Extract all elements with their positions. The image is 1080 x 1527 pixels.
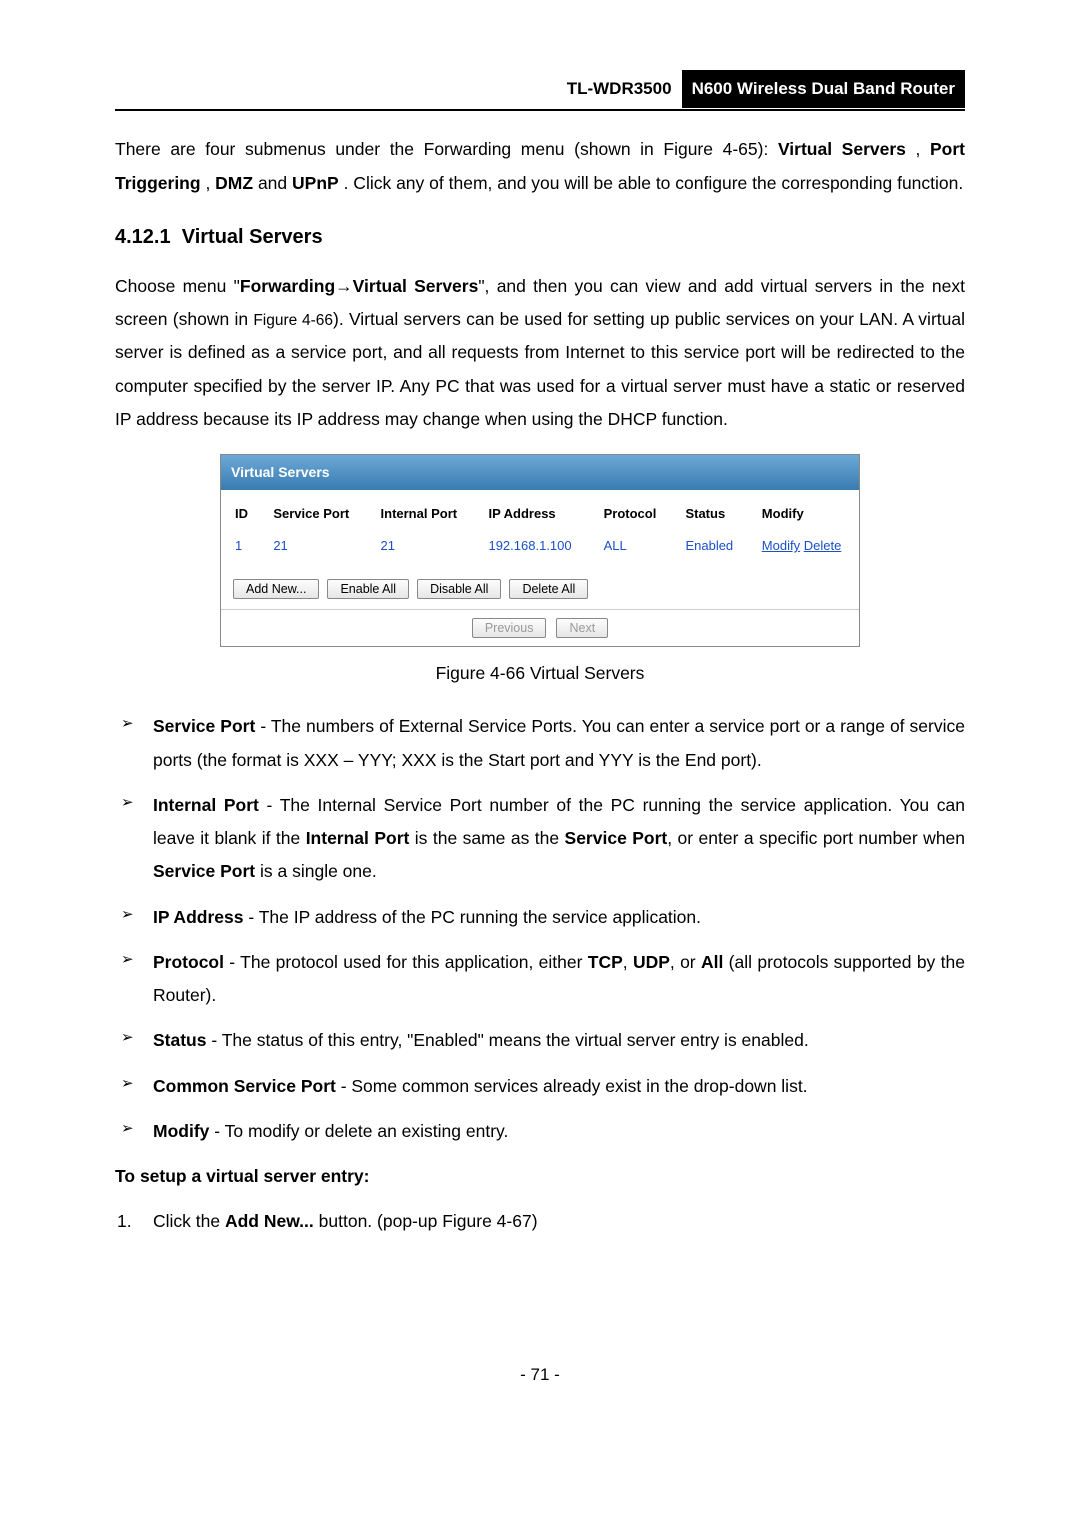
cell-ip-address: 192.168.1.100 xyxy=(474,530,589,563)
intro-pre: There are four submenus under the Forwar… xyxy=(115,139,778,159)
disable-all-button[interactable]: Disable All xyxy=(417,579,501,599)
cell-protocol: ALL xyxy=(590,530,672,563)
th-internal-port: Internal Port xyxy=(367,498,475,531)
term-common-service-port: Common Service Port xyxy=(153,1076,336,1096)
def-udp: UDP xyxy=(633,952,670,972)
th-status: Status xyxy=(671,498,747,531)
table-header-row: ID Service Port Internal Port IP Address… xyxy=(221,498,859,531)
def-b2: Service Port xyxy=(565,828,668,848)
desc-arrow: → xyxy=(335,276,353,296)
th-modify: Modify xyxy=(748,498,859,531)
term-service-port: Service Port xyxy=(153,716,255,736)
list-item: Protocol - The protocol used for this ap… xyxy=(115,946,965,1013)
delete-link[interactable]: Delete xyxy=(804,538,842,553)
desc-pre: Choose menu " xyxy=(115,276,240,296)
def-pre: - The protocol used for this application… xyxy=(224,952,588,972)
list-item: Service Port - The numbers of External S… xyxy=(115,710,965,777)
step-post: button. (pop-up Figure 4-67) xyxy=(314,1211,538,1231)
cell-internal-port: 21 xyxy=(367,530,475,563)
header-model: TL-WDR3500 xyxy=(567,70,682,108)
setup-heading: To setup a virtual server entry: xyxy=(115,1160,965,1193)
enable-all-button[interactable]: Enable All xyxy=(327,579,409,599)
intro-menu-dmz: DMZ xyxy=(215,173,253,193)
next-button: Next xyxy=(556,618,608,638)
step-pre: Click the xyxy=(153,1211,225,1231)
def-common-service-port: - Some common services already exist in … xyxy=(336,1076,808,1096)
section-heading: 4.12.1 Virtual Servers xyxy=(115,218,965,256)
def-mid: is the same as the xyxy=(409,828,564,848)
header-product: N600 Wireless Dual Band Router xyxy=(682,70,965,108)
step-number: 1. xyxy=(117,1205,132,1238)
term-protocol: Protocol xyxy=(153,952,224,972)
list-item: Modify - To modify or delete an existing… xyxy=(115,1115,965,1148)
cell-service-port: 21 xyxy=(259,530,366,563)
def-ip-address: - The IP address of the PC running the s… xyxy=(243,907,701,927)
intro-menu-upnp: UPnP xyxy=(292,173,339,193)
def-status: - The status of this entry, "Enabled" me… xyxy=(206,1030,808,1050)
page-number: - 71 - xyxy=(115,1359,965,1391)
section-description: Choose menu "Forwarding→Virtual Servers"… xyxy=(115,270,965,436)
modify-link[interactable]: Modify xyxy=(762,538,800,553)
page-header: TL-WDR3500 N600 Wireless Dual Band Route… xyxy=(115,70,965,111)
list-item: IP Address - The IP address of the PC ru… xyxy=(115,901,965,934)
def-post: , or enter a specific port number when xyxy=(667,828,965,848)
def-b1: Internal Port xyxy=(306,828,410,848)
th-id: ID xyxy=(221,498,259,531)
desc-figref: Figure 4-66 xyxy=(253,312,333,329)
def-sep2: , or xyxy=(670,952,701,972)
term-status: Status xyxy=(153,1030,206,1050)
def-tcp: TCP xyxy=(588,952,623,972)
intro-post: . Click any of them, and you will be abl… xyxy=(344,173,964,193)
intro-paragraph: There are four submenus under the Forwar… xyxy=(115,133,965,200)
def-all: All xyxy=(701,952,723,972)
list-item: Status - The status of this entry, "Enab… xyxy=(115,1024,965,1057)
step-item: 1. Click the Add New... button. (pop-up … xyxy=(115,1205,965,1238)
definition-list: Service Port - The numbers of External S… xyxy=(115,710,965,1148)
desc-menu-virtual-servers: Virtual Servers xyxy=(353,276,479,296)
th-protocol: Protocol xyxy=(590,498,672,531)
term-ip-address: IP Address xyxy=(153,907,243,927)
step-btn: Add New... xyxy=(225,1211,314,1231)
def-sep1: , xyxy=(623,952,633,972)
panel-title: Virtual Servers xyxy=(221,455,859,490)
intro-sep1: , xyxy=(916,139,930,159)
intro-menu-virtual-servers: Virtual Servers xyxy=(778,139,906,159)
section-number: 4.12.1 xyxy=(115,226,171,248)
th-ip-address: IP Address xyxy=(474,498,589,531)
previous-button: Previous xyxy=(472,618,547,638)
action-button-row: Add New... Enable All Disable All Delete… xyxy=(221,563,859,609)
cell-status: Enabled xyxy=(671,530,747,563)
intro-sep3: and xyxy=(258,173,292,193)
cell-modify: Modify Delete xyxy=(748,530,859,563)
intro-sep2: , xyxy=(205,173,215,193)
section-title: Virtual Servers xyxy=(182,226,323,248)
def-service-port: - The numbers of External Service Ports.… xyxy=(153,716,965,769)
delete-all-button[interactable]: Delete All xyxy=(509,579,588,599)
virtual-servers-table: ID Service Port Internal Port IP Address… xyxy=(221,498,859,563)
figure-caption: Figure 4-66 Virtual Servers xyxy=(115,657,965,690)
cell-id: 1 xyxy=(221,530,259,563)
list-item: Internal Port - The Internal Service Por… xyxy=(115,789,965,889)
list-item: Common Service Port - Some common servic… xyxy=(115,1070,965,1103)
term-modify: Modify xyxy=(153,1121,209,1141)
def-modify: - To modify or delete an existing entry. xyxy=(209,1121,508,1141)
def-b3: Service Port xyxy=(153,861,255,881)
term-internal-port: Internal Port xyxy=(153,795,259,815)
virtual-servers-figure: Virtual Servers ID Service Port Internal… xyxy=(220,454,860,647)
table-row: 1 21 21 192.168.1.100 ALL Enabled Modify… xyxy=(221,530,859,563)
desc-menu-forwarding: Forwarding xyxy=(240,276,335,296)
def-tail: is a single one. xyxy=(255,861,377,881)
th-service-port: Service Port xyxy=(259,498,366,531)
nav-button-row: Previous Next xyxy=(221,609,859,646)
setup-steps: 1. Click the Add New... button. (pop-up … xyxy=(115,1205,965,1238)
add-new-button[interactable]: Add New... xyxy=(233,579,319,599)
